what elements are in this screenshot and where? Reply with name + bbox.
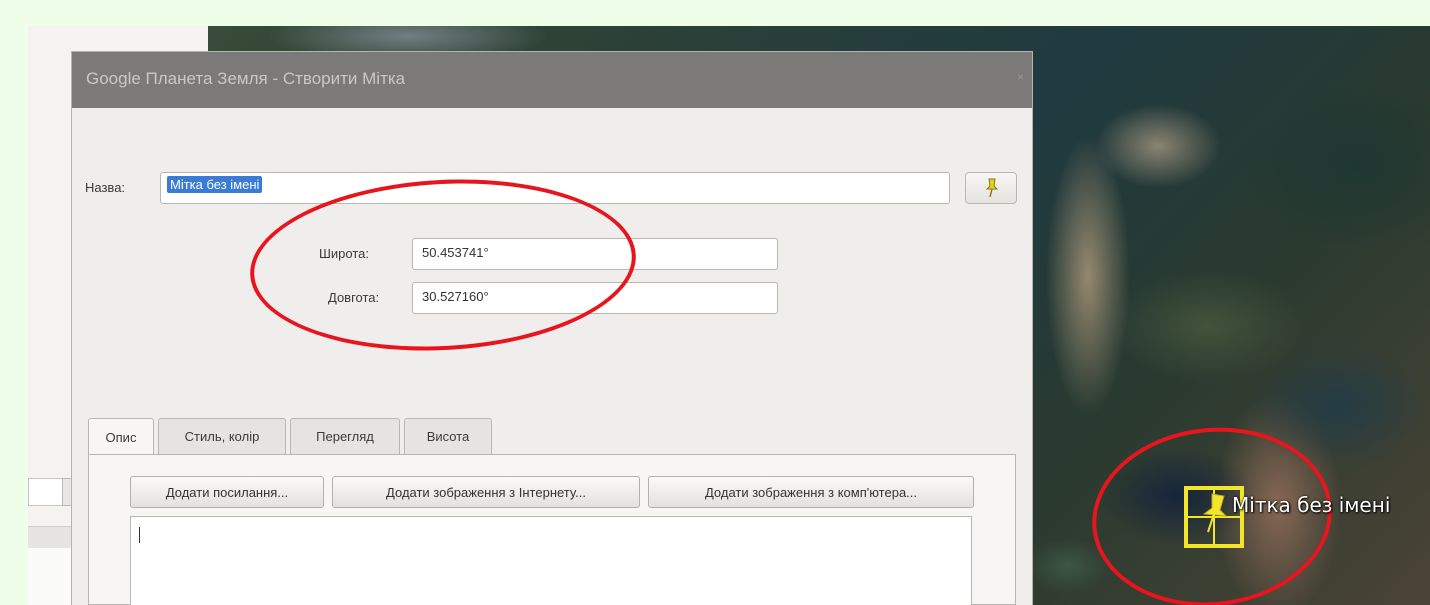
description-textarea[interactable] — [130, 516, 972, 605]
tab-altitude[interactable]: Висота — [404, 418, 492, 454]
placemark-icon-button[interactable] — [965, 172, 1017, 204]
add-local-image-button[interactable]: Додати зображення з комп'ютера... — [648, 476, 974, 508]
background-button[interactable] — [62, 478, 72, 506]
tab-description[interactable]: Опис — [88, 418, 154, 456]
pushpin-icon — [985, 178, 999, 198]
tab-view[interactable]: Перегляд — [290, 418, 400, 454]
tab-style-color[interactable]: Стиль, колір — [158, 418, 286, 454]
add-web-image-button[interactable]: Додати зображення з Інтернету... — [332, 476, 640, 508]
placemark-map-label: Мітка без імені — [1232, 493, 1391, 517]
background-strip — [28, 526, 74, 549]
name-label: Назва: — [85, 180, 126, 195]
screenshot-frame: Google Планета Земля - Створити Мітка × … — [28, 26, 1430, 605]
text-caret — [139, 527, 140, 543]
add-link-button[interactable]: Додати посилання... — [130, 476, 324, 508]
background-panel-bottom — [28, 548, 74, 605]
name-value-selected: Мітка без імені — [167, 176, 263, 193]
close-icon[interactable]: × — [1017, 70, 1024, 84]
background-input[interactable] — [28, 478, 64, 506]
dialog-title: Google Планета Земля - Створити Мітка — [86, 69, 406, 88]
dialog-titlebar[interactable]: Google Планета Земля - Створити Мітка × — [72, 52, 1032, 108]
